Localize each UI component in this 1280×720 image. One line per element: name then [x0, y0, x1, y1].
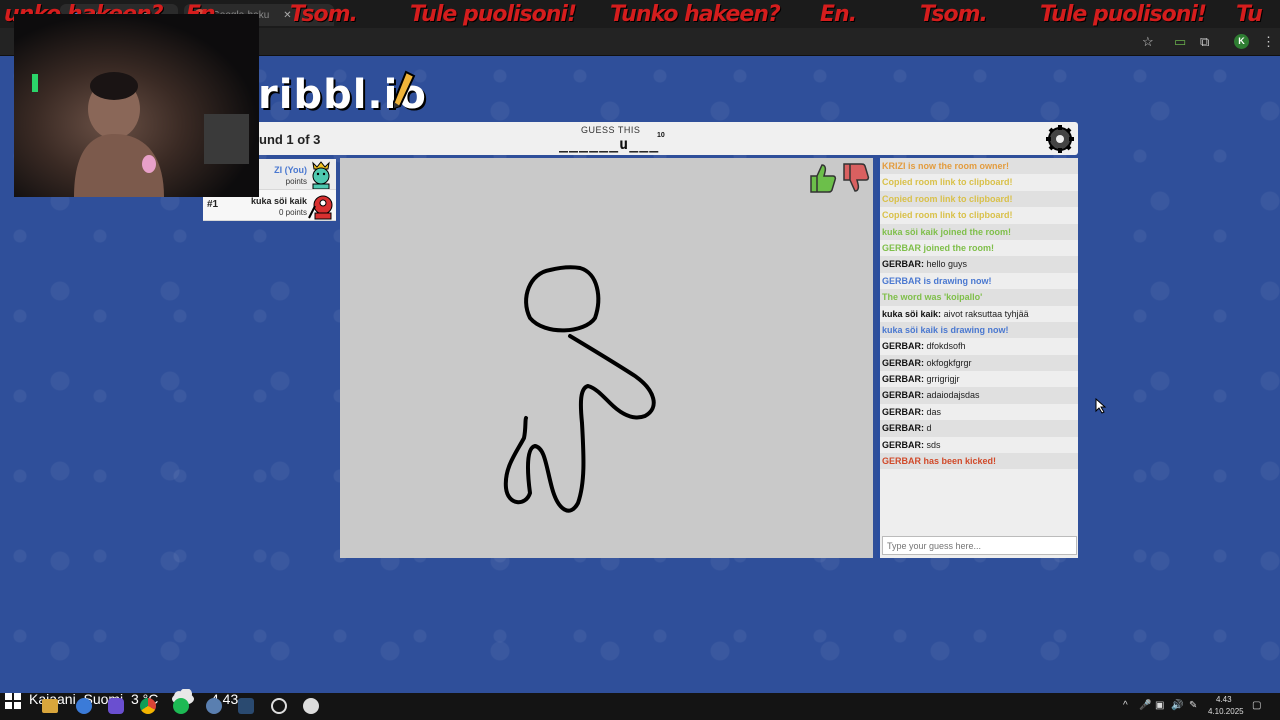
chat-message: kuka söi kaik: aivot raksuttaa tyhjää [880, 306, 1078, 322]
webcam-person-image [32, 72, 249, 197]
guess-input[interactable] [882, 536, 1077, 555]
round-indicator: und 1 of 3 [259, 132, 321, 147]
close-tab-icon[interactable]: ✕ [283, 10, 291, 21]
chat-message: GERBAR: grrigrigjr [880, 371, 1078, 387]
player-name: kuka söi kaik [250, 196, 307, 206]
chat-system-text: The word was 'koipallo' [882, 292, 983, 303]
chat-message: GERBAR has been kicked! [880, 453, 1078, 470]
steam-icon[interactable] [238, 698, 254, 714]
extension-icon[interactable]: ▭ [1174, 34, 1186, 50]
word-length: 10 [657, 132, 665, 139]
chat-author: GERBAR: [882, 439, 924, 450]
chrome-icon[interactable] [140, 698, 156, 714]
chat-author: GERBAR: [882, 374, 924, 385]
chat-message: GERBAR: d [880, 420, 1078, 437]
chat-system-text: GERBAR joined the room! [882, 242, 994, 253]
chat-system-text: kuka söi kaik joined the room! [882, 226, 1012, 237]
chat-messages: KRIZI is now the room owner! Copied room … [880, 158, 1078, 470]
profile-avatar[interactable]: K [1234, 34, 1249, 49]
word-hint: ______u___ [559, 135, 660, 153]
chat-message: GERBAR joined the room! [880, 240, 1078, 256]
chat-message: kuka söi kaik joined the room! [880, 223, 1078, 240]
chat-text: aivot raksuttaa tyhjää [943, 308, 1029, 319]
chat-author: GERBAR: [882, 341, 924, 352]
chat-message: GERBAR: sds [880, 437, 1078, 453]
settings-gear-icon[interactable] [1045, 124, 1075, 154]
obs-icon[interactable] [271, 698, 287, 714]
chat-text: okfogkfgrgr [926, 357, 972, 368]
player-avatar [312, 161, 330, 189]
chat-author: GERBAR: [882, 406, 924, 417]
windows-start-icon[interactable] [5, 693, 21, 709]
chat-system-text: GERBAR has been kicked! [882, 456, 997, 467]
bookmark-star-icon[interactable]: ☆ [1142, 34, 1154, 50]
game-top-bar: und 1 of 3 GUESS THIS ______u___ 10 [203, 122, 1078, 155]
chat-message: GERBAR: das [880, 404, 1078, 420]
microphone-icon[interactable]: 🎤 [1139, 700, 1151, 711]
chat-system-text: kuka söi kaik is drawing now! [882, 324, 1009, 335]
chat-text: dfokdsofh [926, 341, 966, 352]
file-explorer-icon[interactable] [42, 699, 58, 713]
mouse-cursor-icon [1095, 398, 1107, 414]
webcam-overlay [14, 14, 259, 197]
chat-message: GERBAR: okfogkfgrgr [880, 354, 1078, 372]
app-icon[interactable] [206, 698, 222, 714]
chat-system-text: Copied room link to clipboard! [882, 193, 1013, 204]
guess-title: GUESS THIS [581, 125, 641, 135]
chat-author: GERBAR: [882, 259, 924, 270]
player-points: 0 points [278, 208, 307, 217]
drawing-strokes [503, 265, 656, 513]
chat-system-text: Copied room link to clipboard! [882, 177, 1013, 188]
logo-pencil-icon [393, 70, 416, 110]
thumbs-up-icon[interactable] [807, 162, 837, 194]
app-icon[interactable] [303, 698, 319, 714]
chat-text: adaiodajsdas [926, 390, 980, 401]
chat-author: kuka söi kaik: [882, 308, 942, 319]
chat-message: GERBAR: dfokdsofh [880, 338, 1078, 354]
edge-browser-icon[interactable] [76, 698, 92, 714]
twitch-icon[interactable] [108, 698, 124, 714]
clock-date[interactable]: 4.10.2025 [1208, 707, 1244, 716]
chat-message: Copied room link to clipboard! [880, 207, 1078, 223]
chat-message: GERBAR: adaiodajsdas [880, 387, 1078, 404]
chat-message: GERBAR is drawing now! [880, 273, 1078, 289]
drawing-canvas[interactable] [340, 158, 873, 558]
chat-message: KRIZI is now the room owner! [880, 158, 1078, 175]
chat-message: The word was 'koipallo' [880, 289, 1078, 306]
chat-text: d [926, 423, 932, 434]
chat-message: Copied room link to clipboard! [880, 174, 1078, 190]
taskbar: Kajaani, Suomi 3 °C 4.43 ^ 🎤 ▣ 🔊 ✎ 4.43 … [0, 689, 1280, 720]
extensions-puzzle-icon[interactable]: ⧉ [1200, 34, 1209, 50]
chat-system-text: KRIZI is now the room owner! [882, 161, 1010, 171]
notification-icon[interactable]: ▢ [1252, 700, 1261, 711]
chat-text: das [926, 406, 942, 417]
player-avatar [308, 195, 333, 220]
chat-message: GERBAR: hello guys [880, 256, 1078, 273]
chat-text: sds [926, 439, 941, 450]
network-icon[interactable]: ▣ [1155, 700, 1164, 711]
chat-author: GERBAR: [882, 357, 924, 368]
thumbs-down-icon[interactable] [840, 162, 870, 194]
chat-message: Copied room link to clipboard! [880, 190, 1078, 208]
clock-time[interactable]: 4.43 [1216, 695, 1232, 704]
browser-menu-icon[interactable]: ⋮ [1262, 34, 1275, 50]
spotify-icon[interactable] [173, 698, 189, 714]
chat-panel: KRIZI is now the room owner! Copied room … [877, 158, 1078, 558]
volume-icon[interactable]: 🔊 [1171, 700, 1183, 711]
chat-system-text: Copied room link to clipboard! [882, 210, 1013, 221]
pen-icon[interactable]: ✎ [1189, 700, 1197, 711]
chat-text: grrigrigjr [926, 374, 960, 385]
chat-author: GERBAR: [882, 390, 924, 401]
chevron-up-icon[interactable]: ^ [1123, 700, 1128, 711]
chat-system-text: GERBAR is drawing now! [882, 275, 992, 286]
chat-text: hello guys [926, 259, 968, 270]
chat-message: kuka söi kaik is drawing now! [880, 321, 1078, 339]
chat-author: GERBAR: [882, 423, 924, 434]
